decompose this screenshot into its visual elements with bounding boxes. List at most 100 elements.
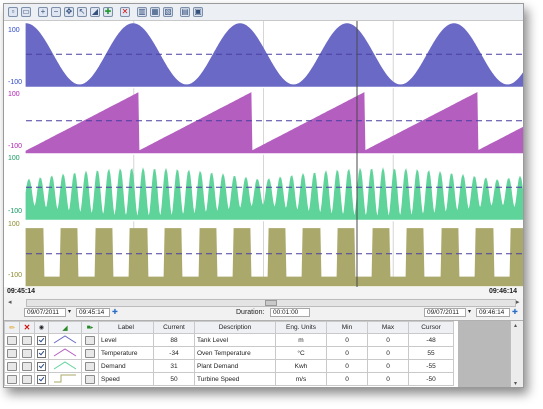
scroll-down-icon[interactable]: ▾: [514, 380, 517, 387]
row-units: Kwh: [275, 359, 327, 373]
trace-temperature: [25, 92, 523, 155]
visible-checkbox[interactable]: [37, 348, 46, 358]
style-header-icon[interactable]: ◢: [48, 321, 82, 334]
visible-checkbox[interactable]: [37, 361, 46, 371]
header-label: Label: [98, 321, 154, 334]
cursor-icon[interactable]: ↖: [77, 7, 87, 17]
navigation-bar: 09/07/2011 ▾ 09:45:14 ✚ Duration: 00:01:…: [4, 307, 523, 319]
start-time-spin-icon[interactable]: ✚: [112, 308, 118, 316]
line-style-icon[interactable]: [52, 360, 78, 370]
pan-icon[interactable]: ✥: [64, 7, 74, 17]
time-start-label: 09:45:14: [7, 288, 36, 295]
time-scrollbar[interactable]: [26, 299, 516, 307]
scroll-right-arrow-icon[interactable]: ▸: [516, 299, 523, 307]
layout-2-icon[interactable]: ▦: [150, 7, 160, 17]
row-description: Plant Demand: [194, 359, 276, 373]
table-row[interactable]: Speed 50 Turbine Speed m/s 0 0 -50: [4, 372, 454, 386]
header-cursor: Cursor: [408, 321, 454, 334]
scroll-left-arrow-icon[interactable]: ◂: [8, 299, 22, 307]
scale-button[interactable]: [85, 335, 95, 345]
new-icon[interactable]: ▫: [8, 7, 18, 17]
demand-bottom-label: -100: [8, 208, 23, 215]
scroll-up-icon[interactable]: ▴: [514, 322, 517, 329]
row-max: 0: [367, 359, 409, 373]
delete-pen-header-icon[interactable]: ✕: [19, 321, 35, 334]
export-icon[interactable]: ▣: [193, 7, 203, 17]
duration-field[interactable]: 00:01:00: [270, 308, 310, 317]
scale-header-icon[interactable]: ■▸: [81, 321, 99, 334]
visible-checkbox[interactable]: [37, 335, 46, 345]
scale-button[interactable]: [85, 361, 95, 371]
header-description: Description: [194, 321, 276, 334]
row-min: 0: [326, 372, 368, 386]
pen-color-button[interactable]: [7, 374, 17, 384]
zoom-out-icon[interactable]: −: [51, 7, 61, 17]
row-max: 0: [367, 346, 409, 360]
table-row[interactable]: Level 88 Tank Level m 0 0 -48: [4, 333, 454, 347]
table-row[interactable]: Temperature -34 Oven Temperature °C 0 0 …: [4, 346, 454, 360]
pen-color-header-icon[interactable]: ✏: [4, 321, 20, 334]
row-label: Demand: [98, 359, 154, 373]
start-date-dropdown-icon[interactable]: ▾: [68, 308, 71, 315]
row-label: Speed: [98, 372, 154, 386]
trend-viewer-window: ▫ ▭ + − ✥ ↖ ◢ ✚ ✕ ▥ ▦ ▧ ▤ ▣ 100 -100 100 -100 100 -10…: [3, 3, 524, 388]
pen-color-button[interactable]: [7, 361, 17, 371]
row-units: m: [275, 333, 327, 347]
scale-button[interactable]: [85, 374, 95, 384]
level-top-label: 100: [8, 27, 20, 34]
toolbar: ▫ ▭ + − ✥ ↖ ◢ ✚ ✕ ▥ ▦ ▧ ▤ ▣: [4, 4, 523, 21]
print-icon[interactable]: ▤: [180, 7, 190, 17]
delete-pen-button[interactable]: [22, 348, 32, 358]
row-cursor: 55: [408, 346, 454, 360]
header-max: Max: [367, 321, 409, 334]
pen-color-button[interactable]: [7, 335, 17, 345]
chart-icon[interactable]: ◢: [90, 7, 100, 17]
row-description: Tank Level: [194, 333, 276, 347]
scale-button[interactable]: [85, 348, 95, 358]
line-style-icon[interactable]: [52, 347, 78, 357]
line-style-icon[interactable]: [52, 334, 78, 344]
delete-pen-button[interactable]: [22, 361, 32, 371]
demand-top-label: 100: [8, 155, 20, 162]
end-time-spin-icon[interactable]: ✚: [512, 308, 518, 316]
layout-3-icon[interactable]: ▧: [163, 7, 173, 17]
row-label: Level: [98, 333, 154, 347]
delete-pen-button[interactable]: [22, 374, 32, 384]
pen-table: ✏ ✕ ◉ ◢ ■▸ Label Current Description Eng…: [4, 320, 523, 387]
open-icon[interactable]: ▭: [21, 7, 31, 17]
table-vertical-scrollbar[interactable]: ▴ ▾: [510, 321, 523, 387]
delete-pen-button[interactable]: [22, 335, 32, 345]
row-max: 0: [367, 372, 409, 386]
visible-header-icon[interactable]: ◉: [34, 321, 49, 334]
header-min: Min: [326, 321, 368, 334]
speed-bottom-label: -100: [8, 272, 23, 279]
layout-1-icon[interactable]: ▥: [137, 7, 147, 17]
time-end-label: 09:46:14: [488, 288, 517, 295]
table-empty-panel: [458, 321, 510, 387]
start-date-field[interactable]: 09/07/2011: [24, 308, 66, 317]
pen-table-header-row: ✏ ✕ ◉ ◢ ■▸ Label Current Description Eng…: [4, 321, 454, 334]
zoom-in-icon[interactable]: +: [38, 7, 48, 17]
scrollbar-thumb[interactable]: [265, 300, 277, 306]
trace-speed: [25, 228, 523, 288]
row-cursor: -50: [408, 372, 454, 386]
start-time-field[interactable]: 09:45:14: [76, 308, 110, 317]
pen-color-button[interactable]: [7, 348, 17, 358]
table-row[interactable]: Demand 31 Plant Demand Kwh 0 0 -55: [4, 359, 454, 373]
temperature-bottom-label: -100: [8, 143, 23, 150]
duration-label: Duration:: [236, 309, 265, 316]
trend-plot-area[interactable]: 100 -100 100 -100 100 -100 100 -100: [4, 21, 523, 288]
row-cursor: -48: [408, 333, 454, 347]
add-icon[interactable]: ✚: [103, 7, 113, 17]
end-time-field[interactable]: 09:46:14: [476, 308, 510, 317]
line-style-icon[interactable]: [52, 373, 78, 383]
visible-checkbox[interactable]: [37, 374, 46, 384]
time-axis: 09:45:14 09:46:14: [4, 287, 523, 298]
row-current: 88: [153, 333, 195, 347]
end-date-dropdown-icon[interactable]: ▾: [468, 308, 471, 315]
delete-icon[interactable]: ✕: [120, 7, 130, 17]
end-date-field[interactable]: 09/07/2011: [424, 308, 466, 317]
row-units: °C: [275, 346, 327, 360]
row-current: 50: [153, 372, 195, 386]
trace-demand: [25, 167, 523, 221]
